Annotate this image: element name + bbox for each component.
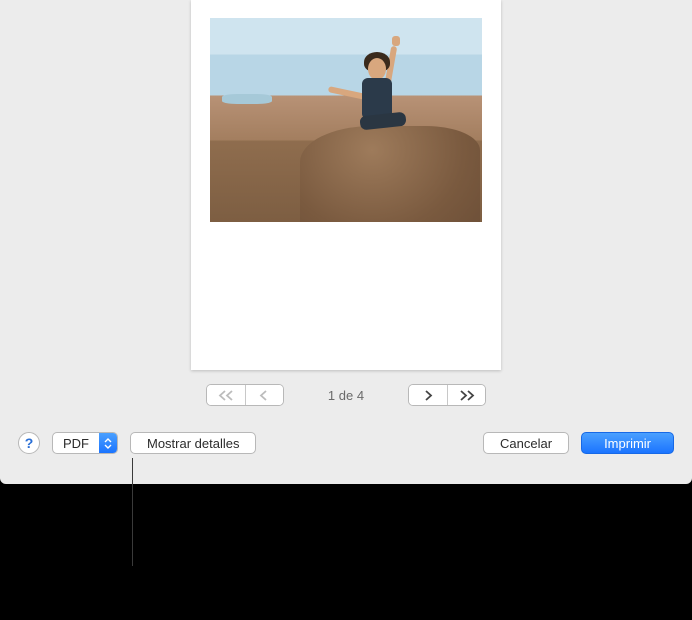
first-page-button[interactable] — [207, 385, 245, 405]
next-page-button[interactable] — [409, 385, 447, 405]
print-dialog: 1 de 4 ? PDF Mostrar detalles Cancelar — [0, 0, 692, 484]
pager-forward-group — [408, 384, 486, 406]
preview-image — [210, 18, 482, 222]
double-chevron-right-icon — [459, 390, 475, 401]
page-indicator: 1 de 4 — [328, 388, 364, 403]
print-button[interactable]: Imprimir — [581, 432, 674, 454]
bottom-bar: ? PDF Mostrar detalles Cancelar Imprimir — [0, 432, 692, 454]
callout-line — [132, 458, 133, 566]
last-page-button[interactable] — [447, 385, 485, 405]
show-details-label: Mostrar detalles — [147, 436, 239, 451]
cancel-label: Cancelar — [500, 436, 552, 451]
pager: 1 de 4 — [0, 384, 692, 406]
chevron-left-icon — [259, 390, 269, 401]
pdf-dropdown-label: PDF — [53, 436, 99, 451]
pager-back-group — [206, 384, 284, 406]
print-label: Imprimir — [604, 436, 651, 451]
help-icon: ? — [25, 435, 34, 451]
updown-chevron-icon — [99, 433, 117, 453]
show-details-button[interactable]: Mostrar detalles — [130, 432, 256, 454]
chevron-right-icon — [423, 390, 433, 401]
pdf-dropdown[interactable]: PDF — [52, 432, 118, 454]
prev-page-button[interactable] — [245, 385, 283, 405]
cancel-button[interactable]: Cancelar — [483, 432, 569, 454]
page-preview — [191, 0, 501, 370]
double-chevron-left-icon — [218, 390, 234, 401]
help-button[interactable]: ? — [18, 432, 40, 454]
preview-area — [0, 0, 692, 370]
